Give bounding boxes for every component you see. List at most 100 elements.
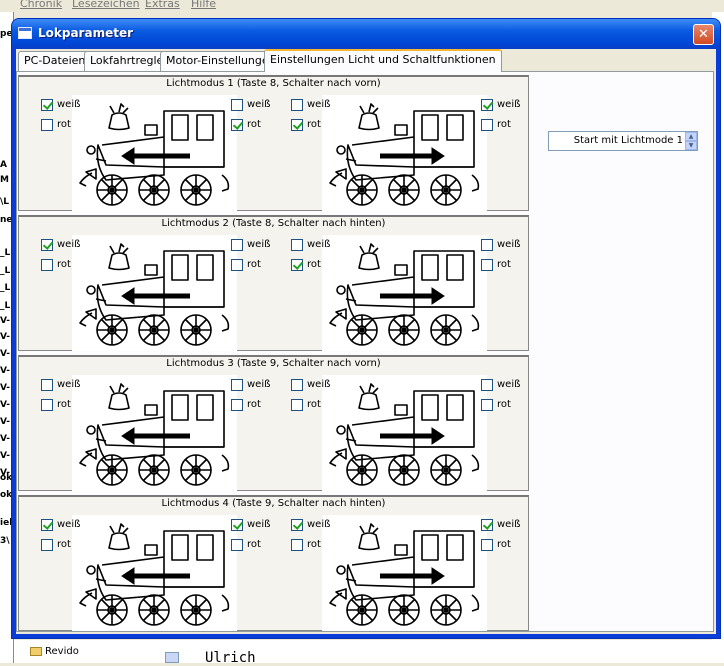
light-mode-group: Lichtmodus 1 (Taste 8, Schalter nach vor…: [18, 75, 529, 211]
tab-pc-dateien[interactable]: PC-Dateien: [18, 51, 92, 71]
checkbox-lok1-rear-white[interactable]: [231, 519, 243, 531]
tree-item-label: Revido: [45, 646, 79, 657]
dropdown-arrow-button[interactable]: [165, 652, 179, 663]
checkbox-lok1-front-white[interactable]: [41, 379, 53, 391]
close-button[interactable]: ✕: [693, 24, 714, 45]
checkbox-lok2-front-white[interactable]: [291, 239, 303, 251]
checkbox-label-red: rot: [307, 399, 321, 410]
window-icon: [18, 27, 32, 39]
checkbox-lok1-rear-red[interactable]: [231, 539, 243, 551]
checkbox-label-red: rot: [57, 399, 71, 410]
checkbox-lok2-front-red[interactable]: [291, 539, 303, 551]
checkbox-lok2-front-red[interactable]: [291, 399, 303, 411]
checkbox-lok1-front-red[interactable]: [41, 539, 53, 551]
tab-panel-licht: Start mit Lichtmode 1 ▲ ▼ Lichtmodus 1 (…: [16, 71, 714, 632]
checkbox-lok1-rear-white[interactable]: [231, 379, 243, 391]
checkbox-lok1-rear-red[interactable]: [231, 119, 243, 131]
menu-extras[interactable]: Extras: [145, 0, 180, 10]
checkbox-lok2-front-red[interactable]: [291, 119, 303, 131]
checkbox-lok2-rear-white[interactable]: [481, 239, 493, 251]
lokparameter-dialog: Lokparameter ✕ PC-Dateien Lokfahrtregler…: [12, 19, 720, 638]
dialog-client-area: PC-Dateien Lokfahrtregler Motor-Einstell…: [16, 49, 716, 634]
checkbox-label-white: weiß: [497, 379, 521, 390]
checkbox-label-red: rot: [57, 539, 71, 550]
checkbox-lok1-front-white[interactable]: [41, 239, 53, 251]
checkbox-label-red: rot: [57, 119, 71, 130]
checkbox-lok2-rear-white[interactable]: [481, 99, 493, 111]
locomotive-arrow-right-icon: [322, 515, 487, 631]
menu-hilfe[interactable]: Hilfe: [191, 0, 216, 10]
checkbox-label-white: weiß: [307, 99, 331, 110]
checkbox-label-white: weiß: [57, 379, 81, 390]
checkbox-label-white: weiß: [247, 239, 271, 250]
checkbox-label-red: rot: [497, 399, 511, 410]
locomotive-arrow-right-icon: [322, 95, 487, 211]
checkbox-label-white: weiß: [307, 239, 331, 250]
checkbox-lok1-front-red[interactable]: [41, 119, 53, 131]
folder-icon: [30, 646, 42, 656]
checkbox-label-red: rot: [247, 119, 261, 130]
locomotive-arrow-left-icon: [72, 375, 237, 491]
tab-einstellungen-licht[interactable]: Einstellungen Licht und Schaltfunktionen: [264, 49, 502, 72]
locomotive-arrow-right-icon: [322, 235, 487, 351]
checkbox-label-white: weiß: [57, 519, 81, 530]
checkbox-lok1-front-red[interactable]: [41, 399, 53, 411]
locomotive-arrow-left-icon: [72, 515, 237, 631]
checkbox-lok2-front-white[interactable]: [291, 379, 303, 391]
checkbox-label-red: rot: [57, 259, 71, 270]
checkbox-lok2-rear-red[interactable]: [481, 539, 493, 551]
checkbox-label-red: rot: [247, 259, 261, 270]
background-bottom-pane: [14, 640, 724, 663]
spin-up-button[interactable]: ▲: [685, 132, 697, 141]
menu-lesezeichen[interactable]: Lesezeichen: [72, 0, 140, 10]
checkbox-lok1-front-red[interactable]: [41, 259, 53, 271]
checkbox-lok1-rear-red[interactable]: [231, 399, 243, 411]
checkbox-label-red: rot: [307, 259, 321, 270]
checkbox-lok2-front-white[interactable]: [291, 99, 303, 111]
checkbox-label-red: rot: [247, 399, 261, 410]
background-menubar: Chronik Lesezeichen Extras Hilfe: [0, 0, 724, 12]
checkbox-label-white: weiß: [247, 379, 271, 390]
checkbox-lok1-front-white[interactable]: [41, 519, 53, 531]
window-title: Lokparameter: [38, 26, 134, 40]
start-mode-spinner[interactable]: Start mit Lichtmode 1 ▲ ▼: [548, 131, 698, 151]
checkbox-label-white: weiß: [497, 519, 521, 530]
checkbox-label-white: weiß: [247, 99, 271, 110]
checkbox-label-white: weiß: [57, 239, 81, 250]
checkbox-lok2-rear-white[interactable]: [481, 379, 493, 391]
checkbox-label-white: weiß: [497, 239, 521, 250]
checkbox-label-white: weiß: [247, 519, 271, 530]
checkbox-label-white: weiß: [307, 379, 331, 390]
light-mode-group: Lichtmodus 2 (Taste 8, Schalter nach hin…: [18, 215, 529, 351]
locomotive-arrow-left-icon: [72, 235, 237, 351]
editor-text: Ulrich: [205, 650, 256, 666]
checkbox-lok2-rear-red[interactable]: [481, 259, 493, 271]
checkbox-lok1-rear-red[interactable]: [231, 259, 243, 271]
checkbox-label-white: weiß: [307, 519, 331, 530]
checkbox-label-white: weiß: [497, 99, 521, 110]
start-mode-value: Start mit Lichtmode 1: [573, 135, 683, 146]
checkbox-lok2-rear-red[interactable]: [481, 119, 493, 131]
checkbox-lok1-front-white[interactable]: [41, 99, 53, 111]
locomotive-arrow-left-icon: [72, 95, 237, 211]
checkbox-label-red: rot: [497, 539, 511, 550]
spin-down-button[interactable]: ▼: [685, 141, 697, 150]
light-mode-title: Lichtmodus 1 (Taste 8, Schalter nach vor…: [166, 78, 381, 89]
checkbox-lok2-rear-white[interactable]: [481, 519, 493, 531]
checkbox-label-red: rot: [307, 119, 321, 130]
checkbox-lok2-front-white[interactable]: [291, 519, 303, 531]
checkbox-lok1-rear-white[interactable]: [231, 99, 243, 111]
checkbox-label-red: rot: [497, 119, 511, 130]
checkbox-label-white: weiß: [57, 99, 81, 110]
light-mode-group: Lichtmodus 4 (Taste 9, Schalter nach hin…: [18, 495, 529, 631]
checkbox-lok2-rear-red[interactable]: [481, 399, 493, 411]
checkbox-label-red: rot: [247, 539, 261, 550]
checkbox-label-red: rot: [497, 259, 511, 270]
checkbox-lok1-rear-white[interactable]: [231, 239, 243, 251]
tree-item-revido[interactable]: Revido: [30, 646, 79, 657]
light-mode-title: Lichtmodus 3 (Taste 9, Schalter nach vor…: [166, 358, 381, 369]
light-mode-group: Lichtmodus 3 (Taste 9, Schalter nach vor…: [18, 355, 529, 491]
checkbox-lok2-front-red[interactable]: [291, 259, 303, 271]
menu-chronik[interactable]: Chronik: [20, 0, 62, 10]
title-bar[interactable]: Lokparameter ✕: [12, 19, 720, 49]
